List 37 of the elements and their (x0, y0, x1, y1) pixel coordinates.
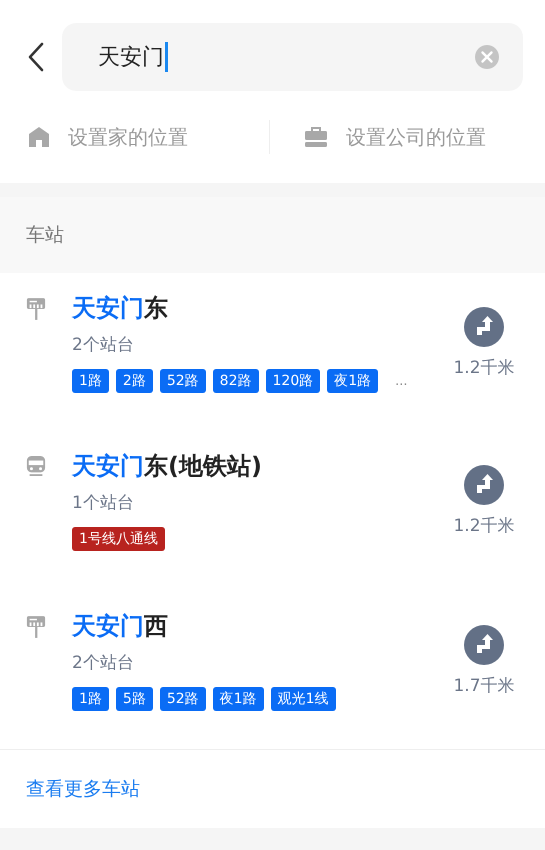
search-field[interactable]: 天安门 (62, 23, 523, 91)
station-name: 天安门西 (72, 611, 169, 642)
station-name: 天安门东 (72, 293, 169, 324)
line-tag: 5路 (116, 687, 153, 711)
section-title: 车站 (26, 223, 64, 248)
line-tag: 52路 (160, 369, 206, 393)
platform-count: 2个站台 (72, 334, 135, 356)
bus-stop-icon (26, 297, 46, 321)
house-icon (28, 126, 50, 148)
line-tag: 观光1线 (270, 687, 336, 711)
line-tag: 52路 (160, 687, 206, 711)
line-tag: 2路 (116, 369, 153, 393)
route-button[interactable] (464, 465, 504, 505)
line-tag: 夜1路 (212, 687, 264, 711)
platform-count: 2个站台 (72, 652, 135, 674)
distance-text: 1.2千米 (453, 357, 515, 379)
station-name: 天安门东(地铁站) (72, 451, 263, 482)
station-item[interactable]: 天安门西 2个站台 1路 5路 52路 夜1路 观光1线 1.7千米 (0, 593, 545, 753)
line-tag: 夜1路 (327, 369, 378, 393)
bus-stop-icon (26, 615, 46, 639)
route-button[interactable] (464, 625, 504, 665)
ellipsis-text: ... (395, 374, 408, 388)
briefcase-icon (304, 126, 328, 148)
line-tag: 120路 (266, 369, 320, 393)
line-tag: 82路 (212, 369, 258, 393)
line-tag: 1号线八通线 (72, 527, 165, 551)
distance-text: 1.7千米 (453, 675, 515, 697)
platform-count: 1个站台 (72, 492, 135, 514)
train-icon (26, 455, 46, 477)
line-tag: 1路 (72, 687, 109, 711)
station-item[interactable]: 天安门东 2个站台 1路 2路 52路 82路 120路 夜1路 ... 1.2千米 (0, 273, 545, 433)
distance-text: 1.2千米 (453, 515, 515, 537)
route-button[interactable] (464, 307, 504, 347)
more-stations-link[interactable]: 查看更多车站 (26, 776, 140, 802)
chevron-left-icon (26, 41, 46, 73)
line-tag: 1路 (72, 369, 109, 393)
station-item[interactable]: 天安门东(地铁站) 1个站台 1号线八通线 1.2千米 (0, 433, 545, 593)
